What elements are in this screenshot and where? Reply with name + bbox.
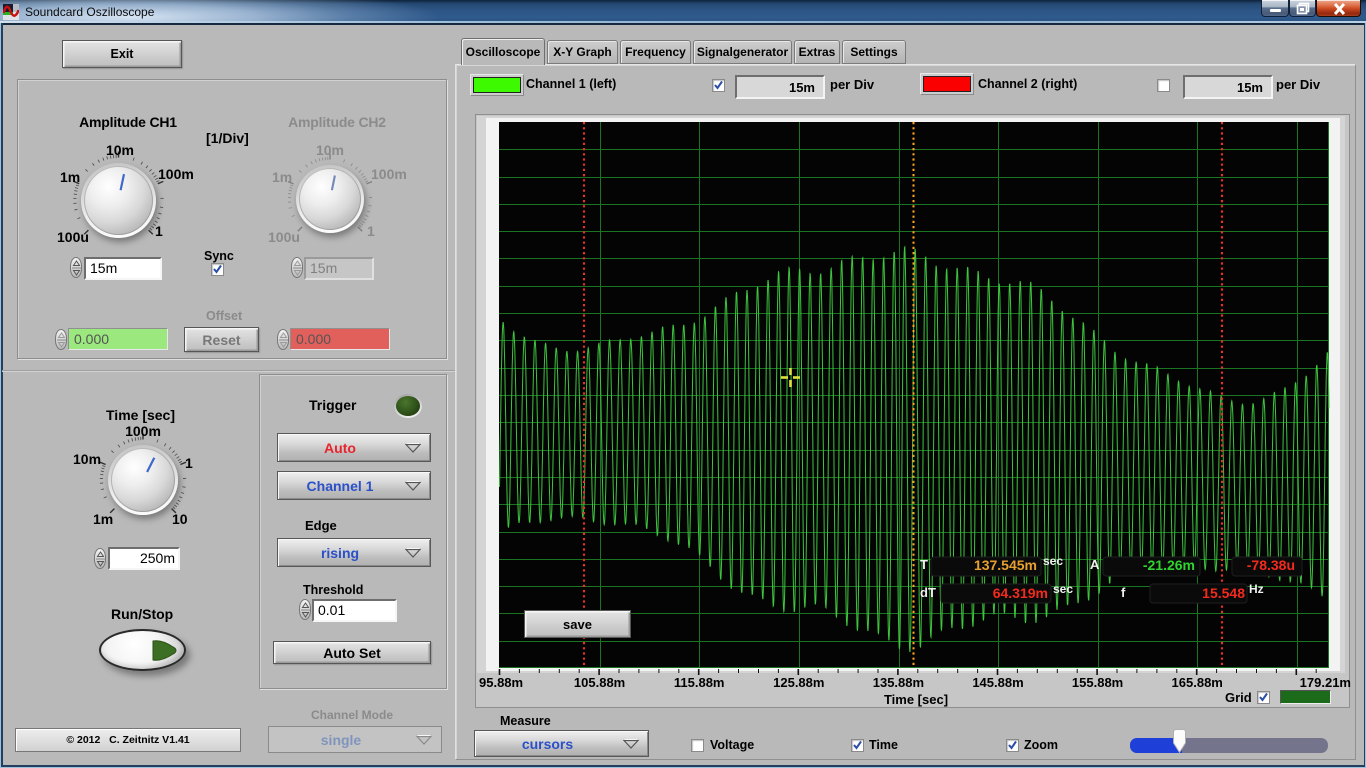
svg-text:145.88m: 145.88m [972, 675, 1023, 690]
svg-text:137.545m: 137.545m [974, 557, 1037, 573]
svg-text:95.88m: 95.88m [479, 675, 523, 690]
svg-text:-78.38u: -78.38u [1247, 557, 1295, 573]
svg-text:Hz: Hz [1249, 582, 1264, 596]
svg-text:64.319m: 64.319m [993, 585, 1048, 601]
svg-text:155.88m: 155.88m [1072, 675, 1123, 690]
svg-text:179.21m: 179.21m [1300, 675, 1351, 690]
svg-text:A: A [1090, 557, 1100, 572]
svg-text:f: f [1121, 585, 1126, 600]
svg-text:sec: sec [1053, 582, 1073, 596]
svg-text:115.88m: 115.88m [674, 675, 725, 690]
svg-text:-21.26m: -21.26m [1143, 557, 1195, 573]
svg-text:dT: dT [920, 585, 936, 600]
svg-text:165.88m: 165.88m [1172, 675, 1223, 690]
svg-text:15.548: 15.548 [1202, 585, 1245, 601]
svg-text:sec: sec [1043, 554, 1063, 568]
svg-text:T: T [920, 557, 928, 572]
svg-text:125.88m: 125.88m [773, 675, 824, 690]
svg-text:105.88m: 105.88m [574, 675, 625, 690]
svg-text:135.88m: 135.88m [873, 675, 924, 690]
svg-text:Time [sec]: Time [sec] [884, 692, 948, 707]
